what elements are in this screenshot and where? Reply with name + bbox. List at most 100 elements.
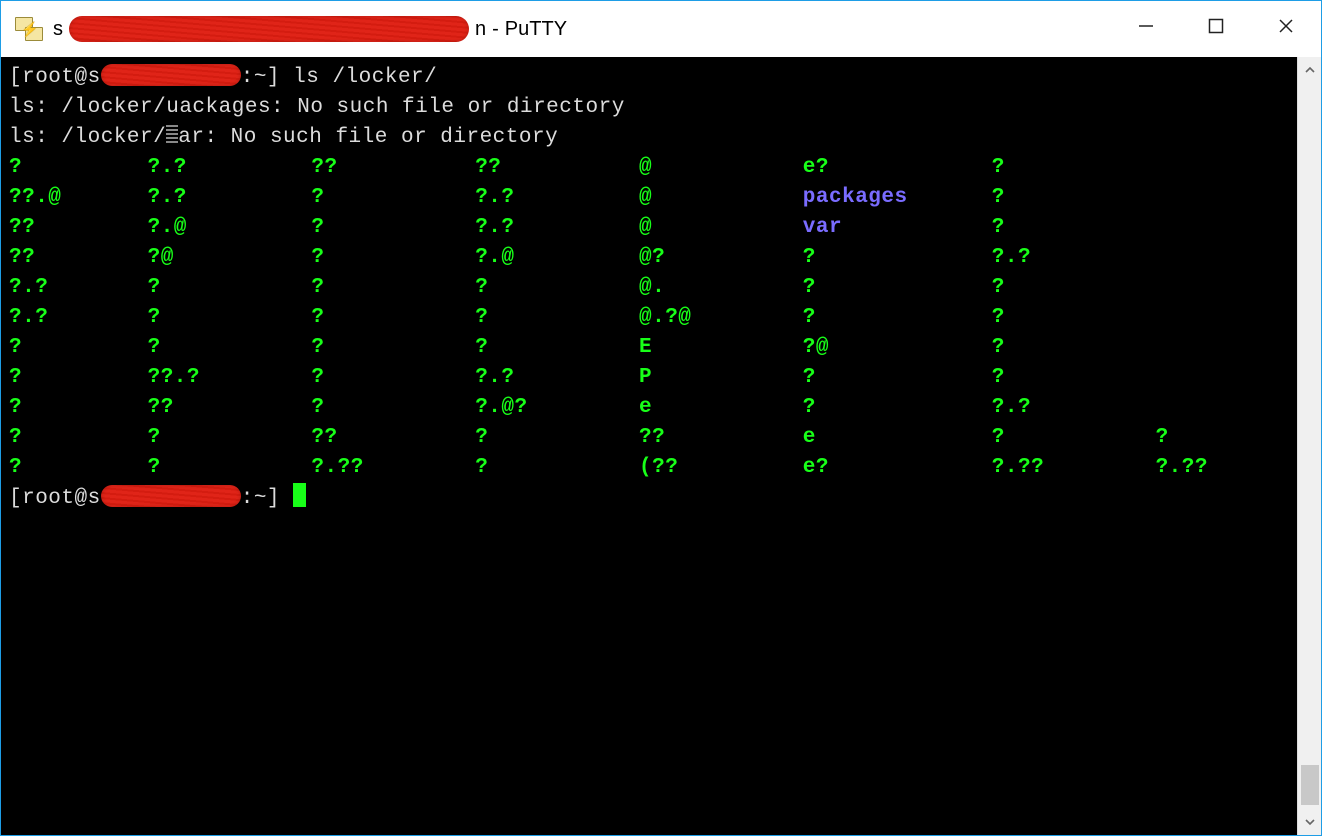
- ls-entry: ??: [9, 213, 148, 243]
- ls-entry: ?.?: [992, 243, 1156, 273]
- ls-entry: e?: [803, 453, 992, 483]
- scroll-down-icon[interactable]: [1298, 809, 1321, 835]
- ls-entry: ?: [148, 453, 312, 483]
- ls-entry: ??.@: [9, 183, 148, 213]
- ls-entry: ?: [311, 333, 475, 363]
- ls-entry: ??: [475, 153, 639, 183]
- ls-entry: ?: [9, 153, 148, 183]
- ls-entry: e: [639, 393, 803, 423]
- ls-entry: @: [639, 153, 803, 183]
- ls-entry: ?: [475, 333, 639, 363]
- scroll-thumb[interactable]: [1301, 765, 1319, 805]
- ls-entry: ?.?: [148, 183, 312, 213]
- ls-entry: E: [639, 333, 803, 363]
- ls-entry: ?: [148, 273, 312, 303]
- ls-entry: ?.?: [9, 273, 148, 303]
- ls-entry: ?: [9, 453, 148, 483]
- maximize-button[interactable]: [1181, 1, 1251, 51]
- ls-entry: ?: [992, 333, 1156, 363]
- ls-entry: ?: [992, 363, 1156, 393]
- minimize-button[interactable]: [1111, 1, 1181, 51]
- corrupt-char: [166, 125, 178, 145]
- ls-entry: ?: [992, 213, 1156, 243]
- ls-entry: @?: [639, 243, 803, 273]
- ls-row: ???????e??: [9, 423, 1289, 453]
- titlebar[interactable]: ⚡ sn - PuTTY: [1, 1, 1321, 57]
- redacted-hostname: [69, 16, 469, 42]
- close-button[interactable]: [1251, 1, 1321, 51]
- ls-row: ????E?@?: [9, 333, 1289, 363]
- ls-entry: @.: [639, 273, 803, 303]
- ls-entry: ??.?: [148, 363, 312, 393]
- ls-entry: ?@: [803, 333, 992, 363]
- ls-row: ??.?????@e??: [9, 153, 1289, 183]
- window-controls: [1111, 1, 1321, 51]
- redacted-text: [101, 64, 241, 86]
- ls-entry: @: [639, 213, 803, 243]
- ls-entry-dir: var: [803, 213, 992, 243]
- ls-entry: ?: [148, 303, 312, 333]
- ls-entry: ?.?: [475, 363, 639, 393]
- terminal[interactable]: [root@s:~] ls /locker/ls: /locker/uackag…: [1, 57, 1297, 835]
- window-title: sn - PuTTY: [53, 16, 567, 42]
- ls-entry: @: [639, 183, 803, 213]
- client-area: [root@s:~] ls /locker/ls: /locker/uackag…: [1, 57, 1321, 835]
- ls-entry: P: [639, 363, 803, 393]
- ls-entry: ?: [803, 363, 992, 393]
- ls-entry: ?: [475, 303, 639, 333]
- ls-entry: ?: [1156, 423, 1244, 453]
- ls-entry: ?.??: [311, 453, 475, 483]
- cursor: [293, 483, 306, 507]
- error-line: ls: /locker/ar: No such file or director…: [9, 123, 1289, 153]
- ls-entry: ?: [992, 153, 1156, 183]
- ls-entry: ?: [475, 423, 639, 453]
- ls-entry: ?: [9, 363, 148, 393]
- ls-row: ???.???(??e??.???.??: [9, 453, 1289, 483]
- ls-entry: ?.??: [992, 453, 1156, 483]
- error-line: ls: /locker/uackages: No such file or di…: [9, 93, 1289, 123]
- ls-entry: ?: [992, 423, 1156, 453]
- ls-row: ??.@?.???.?@packages?: [9, 183, 1289, 213]
- ls-entry: ?.?: [475, 213, 639, 243]
- ls-entry: ?.@: [475, 243, 639, 273]
- ls-entry: ?: [311, 243, 475, 273]
- ls-entry: ?: [311, 273, 475, 303]
- ls-entry: ?: [311, 393, 475, 423]
- ls-row: ?.????@.?@??: [9, 303, 1289, 333]
- prompt-line: [root@s:~] ls /locker/: [9, 63, 1289, 93]
- ls-row: ???.@??.?@var?: [9, 213, 1289, 243]
- ls-entry: ??: [148, 393, 312, 423]
- ls-entry: ?: [9, 333, 148, 363]
- ls-entry: ?: [311, 303, 475, 333]
- ls-entry-dir: packages: [803, 183, 992, 213]
- ls-entry: ?: [992, 273, 1156, 303]
- putty-window: ⚡ sn - PuTTY [root@s:~] ls /locker/ls: /…: [0, 0, 1322, 836]
- ls-row: ???.???.?P??: [9, 363, 1289, 393]
- ls-entry: ?.?: [9, 303, 148, 333]
- ls-entry: ?: [311, 183, 475, 213]
- redacted-text: [101, 485, 241, 507]
- ls-entry: (??: [639, 453, 803, 483]
- ls-entry: ?.?: [475, 183, 639, 213]
- prompt-line: [root@s:~]: [9, 483, 1289, 514]
- putty-icon: ⚡: [15, 15, 43, 43]
- ls-entry: ?: [148, 333, 312, 363]
- scrollbar[interactable]: [1297, 57, 1321, 835]
- ls-entry: ??: [9, 243, 148, 273]
- ls-entry: ?: [9, 423, 148, 453]
- ls-row: ???@??.@@???.?: [9, 243, 1289, 273]
- ls-entry: @.?@: [639, 303, 803, 333]
- ls-entry: ?: [475, 273, 639, 303]
- scroll-up-icon[interactable]: [1298, 57, 1321, 83]
- ls-row: ?.????@.??: [9, 273, 1289, 303]
- ls-entry: ??: [639, 423, 803, 453]
- ls-row: ?????.@?e??.?: [9, 393, 1289, 423]
- ls-entry: ?@: [148, 243, 312, 273]
- ls-entry: e: [803, 423, 992, 453]
- ls-entry: ?: [311, 213, 475, 243]
- ls-entry: ??: [311, 423, 475, 453]
- ls-entry: ?: [148, 423, 312, 453]
- ls-entry: ?: [803, 393, 992, 423]
- ls-entry: ?: [803, 273, 992, 303]
- ls-entry: ?: [803, 243, 992, 273]
